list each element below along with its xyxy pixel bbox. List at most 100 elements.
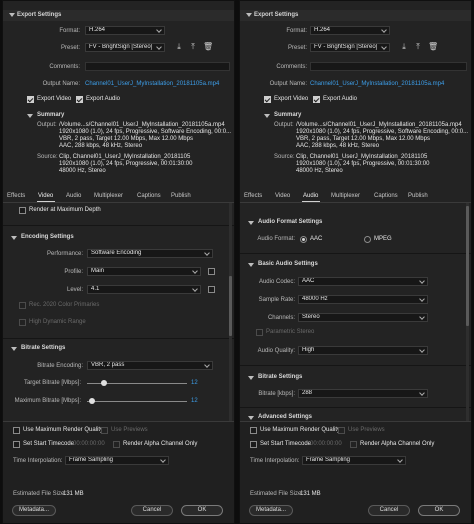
bitrate-encoding-select[interactable]: VBR, 2 pass bbox=[87, 361, 213, 370]
preset-select[interactable]: FV - BrightSign [Stereo] bbox=[310, 43, 390, 52]
tab-audio[interactable]: Audio bbox=[66, 193, 81, 199]
save-preset-icon[interactable]: ⤓ bbox=[400, 43, 408, 51]
ok-button[interactable]: OK bbox=[418, 505, 460, 516]
preset-select[interactable]: FV - BrightSign [Stereo] bbox=[85, 43, 165, 52]
export-settings-header[interactable]: Export Settings bbox=[240, 10, 471, 21]
divider bbox=[240, 365, 471, 366]
output-name-link[interactable]: Channel01_UserJ_MyInstallation_20181105a… bbox=[310, 81, 444, 87]
set-start-timecode-checkbox[interactable] bbox=[13, 441, 20, 448]
metadata-button[interactable]: Metadata... bbox=[249, 505, 293, 516]
tab-multiplexer[interactable]: Multiplexer bbox=[94, 193, 123, 199]
export-audio-checkbox[interactable] bbox=[313, 96, 320, 103]
metadata-button[interactable]: Metadata... bbox=[12, 505, 56, 516]
export-video-checkbox[interactable] bbox=[27, 96, 34, 103]
set-start-timecode-checkbox[interactable] bbox=[250, 441, 257, 448]
time-interpolation-select[interactable]: Frame Sampling bbox=[302, 456, 406, 465]
scrollbar-thumb[interactable] bbox=[229, 276, 232, 336]
use-previews-checkbox[interactable] bbox=[338, 427, 345, 434]
tab-effects[interactable]: Effects bbox=[7, 193, 25, 199]
save-preset-icon[interactable]: ⤓ bbox=[175, 43, 183, 51]
level-match-checkbox[interactable] bbox=[208, 286, 215, 293]
format-value: H.264 bbox=[314, 27, 331, 33]
import-preset-icon[interactable]: ⤒ bbox=[189, 43, 197, 51]
time-interpolation-label: Time Interpolation: bbox=[250, 458, 300, 464]
render-alpha-checkbox[interactable] bbox=[113, 441, 120, 448]
channels-select[interactable]: Stereo bbox=[298, 313, 428, 322]
bitrate-settings-title: Bitrate Settings bbox=[21, 345, 66, 351]
aac-radio[interactable] bbox=[300, 236, 307, 243]
max-bitrate-slider[interactable] bbox=[87, 401, 187, 402]
summary-source-line: Clip, Channel01_UserJ_MyInstallation_201… bbox=[296, 154, 428, 160]
export-settings-header[interactable]: Export Settings bbox=[3, 10, 234, 21]
delete-preset-icon[interactable]: 🗑 bbox=[428, 43, 438, 51]
export-settings-panel-audio: Export Settings Format: H.264 Preset: FV… bbox=[239, 0, 472, 524]
time-interpolation-select[interactable]: Frame Sampling bbox=[65, 456, 169, 465]
tab-publish[interactable]: Publish bbox=[171, 193, 191, 199]
tab-video[interactable]: Video bbox=[275, 193, 290, 199]
export-audio-checkbox[interactable] bbox=[76, 96, 83, 103]
cancel-button[interactable]: Cancel bbox=[131, 505, 173, 516]
tab-publish[interactable]: Publish bbox=[408, 193, 428, 199]
scrollbar-thumb[interactable] bbox=[466, 206, 469, 326]
disclosure-triangle-icon[interactable] bbox=[11, 347, 17, 351]
parametric-stereo-checkbox[interactable] bbox=[256, 329, 263, 336]
mpeg-radio[interactable] bbox=[364, 236, 371, 243]
import-preset-icon[interactable]: ⤒ bbox=[414, 43, 422, 51]
audio-codec-select[interactable]: AAC bbox=[298, 277, 428, 286]
output-name-link[interactable]: Channel01_UserJ_MyInstallation_20181105a… bbox=[85, 81, 219, 87]
profile-match-checkbox[interactable] bbox=[208, 268, 215, 275]
disclosure-triangle-icon[interactable] bbox=[27, 114, 33, 118]
tab-video[interactable]: Video bbox=[38, 193, 53, 199]
tab-effects[interactable]: Effects bbox=[244, 193, 262, 199]
rec2020-checkbox[interactable] bbox=[19, 302, 26, 309]
use-max-render-quality-checkbox[interactable] bbox=[250, 427, 257, 434]
level-select[interactable]: 4.1 bbox=[87, 285, 201, 294]
performance-select[interactable]: Software Encoding bbox=[87, 249, 213, 258]
format-select[interactable]: H.264 bbox=[310, 26, 390, 35]
disclosure-triangle-icon[interactable] bbox=[248, 221, 254, 225]
tab-audio[interactable]: Audio bbox=[303, 193, 318, 199]
use-max-render-quality-checkbox[interactable] bbox=[13, 427, 20, 434]
tab-captions[interactable]: Captions bbox=[374, 193, 398, 199]
audio-quality-select[interactable]: High bbox=[298, 346, 428, 355]
profile-select[interactable]: Main bbox=[87, 267, 201, 276]
disclosure-triangle-icon[interactable] bbox=[264, 114, 270, 118]
aac-label: AAC bbox=[310, 236, 323, 242]
sample-rate-select[interactable]: 48000 Hz bbox=[298, 295, 428, 304]
ok-button[interactable]: OK bbox=[181, 505, 223, 516]
preset-value: FV - BrightSign [Stereo] bbox=[314, 44, 378, 50]
use-previews-label: Use Previews bbox=[111, 427, 148, 433]
comments-field[interactable] bbox=[85, 62, 230, 71]
max-bitrate-knob[interactable] bbox=[89, 398, 95, 404]
export-video-checkbox[interactable] bbox=[264, 96, 271, 103]
use-previews-checkbox[interactable] bbox=[101, 427, 108, 434]
timecode-value[interactable]: 00:00:00:00 bbox=[73, 441, 105, 447]
channels-label: Channels: bbox=[267, 315, 295, 321]
render-max-depth-checkbox[interactable] bbox=[19, 207, 26, 214]
disclosure-triangle-icon[interactable] bbox=[248, 263, 254, 267]
use-max-render-quality-label: Use Maximum Render Quality bbox=[260, 427, 341, 433]
target-bitrate-knob[interactable] bbox=[101, 380, 107, 386]
summary-title: Summary bbox=[274, 112, 302, 118]
disclosure-triangle-icon[interactable] bbox=[248, 416, 254, 420]
target-bitrate-label: Target Bitrate [Mbps]: bbox=[23, 380, 81, 386]
format-select[interactable]: H.264 bbox=[85, 26, 165, 35]
file-size-value: 131 MB bbox=[300, 491, 321, 497]
encoding-settings-title: Encoding Settings bbox=[21, 234, 74, 240]
tab-captions[interactable]: Captions bbox=[137, 193, 161, 199]
timecode-value[interactable]: 00:00:00:00 bbox=[310, 441, 342, 447]
delete-preset-icon[interactable]: 🗑 bbox=[203, 43, 213, 51]
disclosure-triangle-icon[interactable] bbox=[11, 236, 17, 240]
use-max-render-quality-label: Use Maximum Render Quality bbox=[23, 427, 104, 433]
bitrate-kbps-select[interactable]: 288 bbox=[298, 389, 428, 398]
hdr-checkbox[interactable] bbox=[19, 319, 26, 326]
cancel-button[interactable]: Cancel bbox=[368, 505, 410, 516]
disclosure-triangle-icon[interactable] bbox=[248, 376, 254, 380]
time-interpolation-value: Frame Sampling bbox=[306, 457, 351, 463]
target-bitrate-value[interactable]: 12 bbox=[191, 380, 198, 386]
max-bitrate-value[interactable]: 12 bbox=[191, 398, 198, 404]
comments-field[interactable] bbox=[310, 62, 467, 71]
tab-multiplexer[interactable]: Multiplexer bbox=[331, 193, 360, 199]
render-alpha-checkbox[interactable] bbox=[350, 441, 357, 448]
summary-source-line: 1920x1080 (1.0), 24 fps, Progressive, 00… bbox=[296, 161, 430, 167]
